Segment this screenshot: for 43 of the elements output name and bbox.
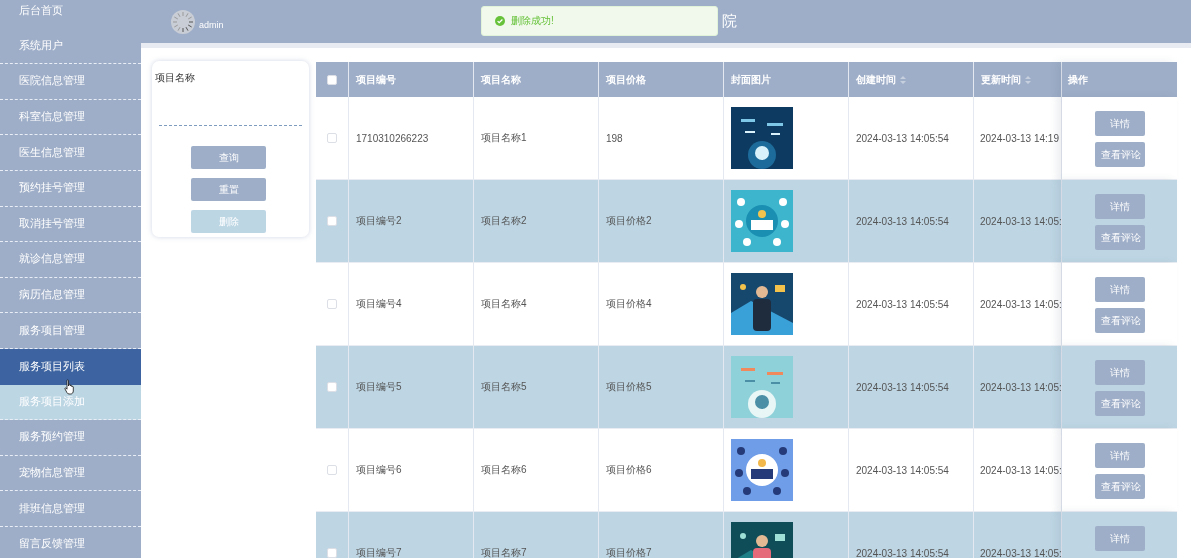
- column-header: 项目编号: [356, 72, 396, 87]
- column-header: 项目价格: [606, 72, 646, 87]
- checkbox[interactable]: [327, 382, 337, 392]
- toast-text: 删除成功!: [511, 14, 554, 28]
- action-button[interactable]: 查看评论: [1094, 308, 1145, 333]
- checkbox[interactable]: [327, 216, 337, 226]
- column-header[interactable]: 更新时间: [981, 72, 1031, 87]
- username: admin: [199, 19, 224, 30]
- sidebar-subitem[interactable]: 服务项目添加: [0, 384, 141, 421]
- column-header[interactable]: 创建时间: [856, 72, 906, 87]
- table-cell: 项目价格7: [599, 512, 724, 558]
- checkbox[interactable]: [327, 74, 337, 85]
- action-button[interactable]: 查询: [191, 146, 266, 169]
- checkbox[interactable]: [327, 133, 337, 143]
- action-button[interactable]: 详情: [1094, 360, 1145, 385]
- check-icon: [495, 16, 505, 26]
- field-label: 项目名称: [155, 71, 196, 85]
- action-button[interactable]: 查看评论: [1094, 391, 1145, 416]
- action-button[interactable]: 查看评论: [1094, 474, 1145, 499]
- sort-icon[interactable]: [1025, 75, 1031, 84]
- action-button[interactable]: 查看评论: [1094, 225, 1145, 250]
- action-button[interactable]: 详情: [1094, 443, 1145, 468]
- sidebar-subitem[interactable]: 服务项目列表: [0, 348, 141, 385]
- column-header: 项目名称: [481, 72, 521, 87]
- action-button[interactable]: 详情: [1094, 526, 1145, 551]
- checkbox[interactable]: [327, 465, 337, 475]
- sidebar-item[interactable]: 后台首页: [0, 0, 141, 29]
- page-title: 院: [721, 12, 737, 31]
- column-header: 操作: [1068, 72, 1088, 87]
- action-button[interactable]: 重置: [191, 178, 266, 201]
- checkbox[interactable]: [327, 548, 337, 558]
- checkbox[interactable]: [327, 299, 337, 309]
- table-cell: 项目编号7: [349, 512, 474, 558]
- sort-icon[interactable]: [900, 75, 906, 84]
- action-button[interactable]: 详情: [1094, 111, 1145, 136]
- table-cell: 项目名称7: [474, 512, 599, 558]
- table-cell: 2024-03-13 14:05:54: [849, 512, 974, 558]
- avatar-icon: [171, 9, 195, 34]
- column-header: 封面图片: [731, 72, 771, 87]
- hand-cursor-icon: [64, 379, 76, 395]
- action-button[interactable]: 详情: [1094, 194, 1145, 219]
- action-button[interactable]: 详情: [1094, 277, 1145, 302]
- action-button[interactable]: 查看评论: [1094, 142, 1145, 167]
